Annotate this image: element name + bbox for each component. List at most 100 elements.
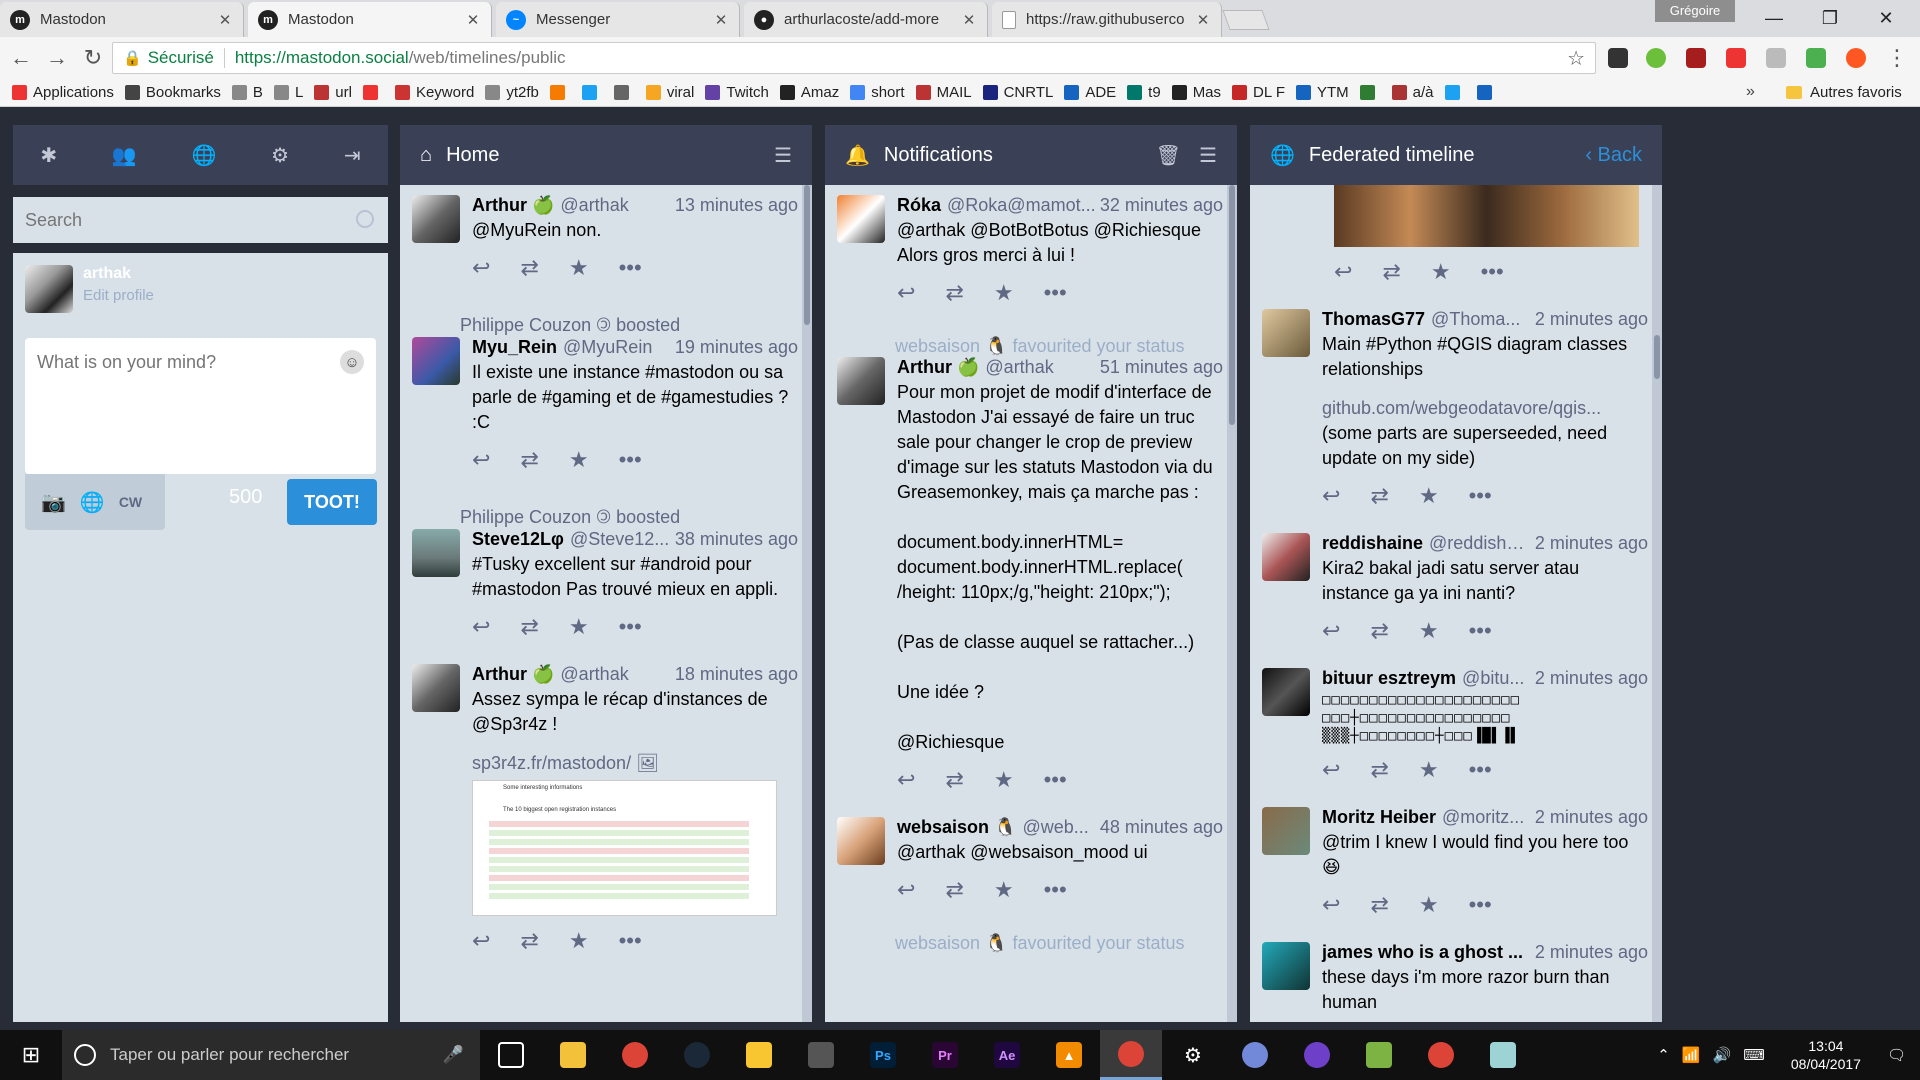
avatar[interactable]	[412, 529, 460, 577]
chrome-icon[interactable]	[604, 1030, 666, 1080]
back-button[interactable]: ‹ Back	[1585, 144, 1642, 167]
github-desktop-icon[interactable]	[1286, 1030, 1348, 1080]
avatar[interactable]	[837, 357, 885, 405]
timestamp[interactable]: 51 minutes ago	[1100, 357, 1223, 378]
more-icon[interactable]: •••	[619, 447, 642, 473]
emoji-icon[interactable]: ☺	[340, 350, 364, 374]
reply-icon[interactable]: ↩	[472, 928, 490, 954]
timestamp[interactable]: 19 minutes ago	[675, 337, 798, 358]
tab-github[interactable]: ● arthurlacoste/add-more ✕	[744, 2, 988, 37]
avatar[interactable]	[412, 337, 460, 385]
account-handle[interactable]: @bitu...	[1462, 668, 1531, 689]
timestamp[interactable]: 18 minutes ago	[675, 664, 798, 685]
close-window-icon[interactable]: ✕	[1858, 0, 1914, 36]
bookmark-item[interactable]	[1444, 85, 1466, 100]
close-icon[interactable]: ✕	[713, 11, 729, 29]
settings-gear-icon[interactable]: ⚙	[1162, 1030, 1224, 1080]
display-name[interactable]: Moritz Heiber	[1322, 807, 1436, 828]
avatar[interactable]	[25, 265, 73, 313]
extension-icon[interactable]	[1846, 48, 1866, 68]
more-icon[interactable]: •••	[1469, 618, 1492, 644]
bookmark-item[interactable]: Amaz	[779, 84, 839, 101]
display-name[interactable]: bituur esztreym	[1322, 668, 1456, 689]
tab-mastodon-2[interactable]: m Mastodon ✕	[248, 2, 492, 37]
maximize-icon[interactable]: ❐	[1802, 0, 1858, 36]
boost-icon[interactable]: ⇄	[520, 614, 538, 640]
account-handle[interactable]: @arthak	[560, 664, 671, 685]
chrome-icon[interactable]	[1100, 1030, 1162, 1080]
local-timeline-icon[interactable]: 👥	[112, 143, 137, 168]
account-handle[interactable]: @MyuRein	[563, 337, 671, 358]
boost-icon[interactable]: ⇄	[945, 877, 963, 903]
getting-started-icon[interactable]: ✱	[40, 143, 57, 168]
avatar[interactable]	[1262, 309, 1310, 357]
globe-icon[interactable]: 🌐	[80, 490, 105, 515]
photoshop-icon[interactable]: Ps	[852, 1030, 914, 1080]
discord-icon[interactable]	[1224, 1030, 1286, 1080]
forward-icon[interactable]: →	[44, 45, 70, 71]
scrollbar[interactable]	[802, 185, 812, 1022]
bookmark-item[interactable]: DL F	[1232, 84, 1285, 101]
youtube-icon[interactable]	[1726, 48, 1746, 68]
steam-icon[interactable]	[666, 1030, 728, 1080]
windows-start-icon[interactable]: ⊞	[0, 1030, 62, 1080]
volume-icon[interactable]: 🔊	[1713, 1046, 1732, 1064]
display-name[interactable]: websaison 🐧	[897, 817, 1016, 838]
boost-icon[interactable]: ⇄	[1370, 757, 1388, 783]
chrome-icon[interactable]	[1410, 1030, 1472, 1080]
scroll-thumb[interactable]	[1229, 185, 1235, 425]
more-icon[interactable]: •••	[619, 928, 642, 954]
scroll-thumb[interactable]	[1654, 335, 1660, 379]
bookmark-item[interactable]	[1359, 85, 1381, 100]
scrollbar[interactable]	[1227, 185, 1237, 1022]
status-link[interactable]: github.com/webgeodatavore/qgis...	[1322, 398, 1648, 419]
back-icon[interactable]: ←	[8, 45, 34, 71]
notifications-header[interactable]: 🔔 Notifications 🗑 ☰	[825, 125, 1237, 185]
avatar[interactable]	[1262, 668, 1310, 716]
after-effects-icon[interactable]: Ae	[976, 1030, 1038, 1080]
more-icon[interactable]: •••	[619, 255, 642, 281]
account-handle[interactable]: @web...	[1022, 817, 1095, 838]
address-bar[interactable]: 🔒 Sécurisé https://mastodon.social /web/…	[112, 42, 1596, 74]
more-icon[interactable]: •••	[1044, 767, 1067, 793]
boost-icon[interactable]: ⇄	[520, 255, 538, 281]
media-image[interactable]	[1334, 185, 1639, 247]
bookmark-item[interactable]: url	[314, 84, 352, 101]
settings-sliders-icon[interactable]: ☰	[774, 143, 792, 168]
profile-button[interactable]: Grégoire	[1655, 0, 1735, 22]
boost-icon[interactable]: ⇄	[1382, 259, 1400, 285]
toot-button[interactable]: TOOT!	[287, 479, 377, 525]
image-preview[interactable]: Some interesting informations The 10 bigg…	[472, 780, 777, 916]
task-view-icon[interactable]	[480, 1030, 542, 1080]
bookmark-star-icon[interactable]: ☆	[1567, 46, 1585, 71]
ublock-icon[interactable]	[1686, 48, 1706, 68]
more-icon[interactable]: •••	[1044, 280, 1067, 306]
close-icon[interactable]: ✕	[217, 11, 233, 29]
trash-icon[interactable]: 🗑	[1156, 143, 1181, 168]
account-handle[interactable]: @reddisha...	[1429, 533, 1531, 554]
boost-icon[interactable]: ⇄	[1370, 892, 1388, 918]
boost-icon[interactable]: ⇄	[1370, 483, 1388, 509]
close-icon[interactable]: ✕	[1195, 11, 1211, 29]
new-tab-button[interactable]	[1222, 10, 1270, 30]
display-name[interactable]: Arthur 🍏	[472, 195, 554, 216]
boost-icon[interactable]: ⇄	[1370, 618, 1388, 644]
logout-icon[interactable]: ⇥	[344, 143, 361, 168]
avatar[interactable]	[1262, 942, 1310, 990]
star-icon[interactable]: ★	[569, 255, 589, 281]
timestamp[interactable]: 2 minutes ago	[1535, 942, 1648, 963]
avatar[interactable]	[837, 195, 885, 243]
timestamp[interactable]: 38 minutes ago	[675, 529, 798, 550]
timestamp[interactable]: 2 minutes ago	[1535, 668, 1648, 689]
account-handle[interactable]: @arthak	[560, 195, 671, 216]
tab-mastodon-1[interactable]: m Mastodon ✕	[0, 2, 244, 37]
microphone-icon[interactable]: 🎤	[443, 1045, 464, 1065]
avatar[interactable]	[412, 664, 460, 712]
app-icon[interactable]	[1348, 1030, 1410, 1080]
display-name[interactable]: Arthur 🍏	[897, 357, 979, 378]
tab-messenger[interactable]: ~ Messenger ✕	[496, 2, 740, 37]
more-icon[interactable]: •••	[619, 614, 642, 640]
scroll-thumb[interactable]	[804, 185, 810, 325]
display-name[interactable]: Arthur 🍏	[472, 664, 554, 685]
display-name[interactable]: Róka	[897, 195, 941, 216]
